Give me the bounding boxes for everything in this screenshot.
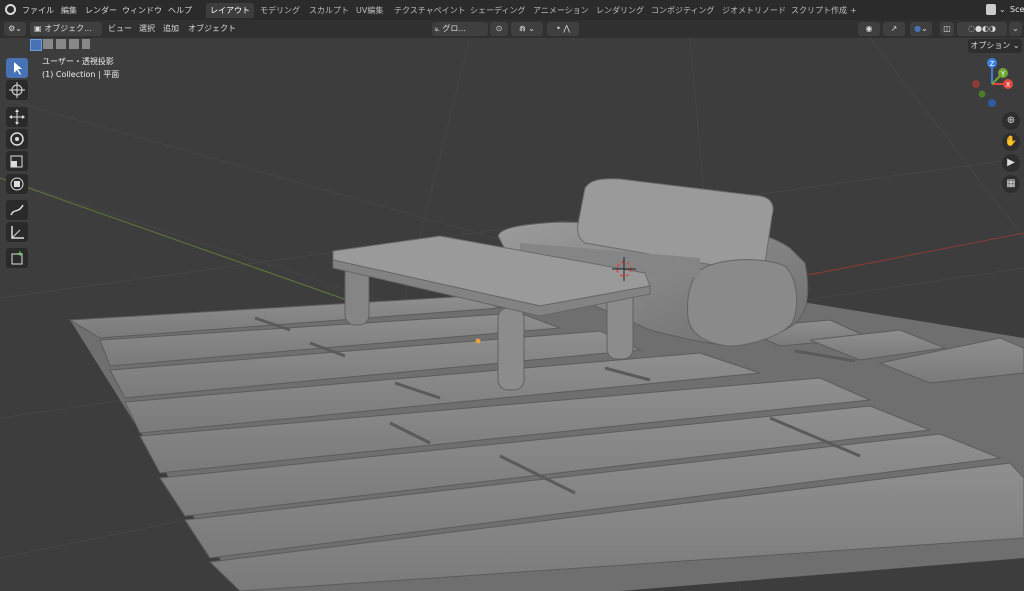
scale-tool[interactable]: [6, 151, 28, 171]
gizmo-y-label: Y: [1000, 70, 1006, 78]
scale-icon: [10, 155, 23, 168]
menu-window[interactable]: ウィンドウ: [122, 5, 162, 16]
visibility-toggle[interactable]: ◉: [858, 22, 880, 36]
cursor-tool[interactable]: [6, 80, 28, 100]
floor-plane: [68, 295, 1024, 591]
ruler-icon: [11, 226, 24, 239]
select-box-tool[interactable]: [6, 58, 28, 78]
select-extend-icon[interactable]: [43, 39, 53, 49]
xray-toggle[interactable]: ◫: [940, 22, 954, 36]
blender-logo-icon[interactable]: [5, 4, 16, 15]
select-invert-icon[interactable]: [69, 39, 79, 49]
tab-geometry-nodes[interactable]: ジオメトリノード: [718, 3, 790, 18]
menu-file[interactable]: ファイル: [22, 5, 54, 16]
chevron-down-icon[interactable]: ⌄: [999, 5, 1006, 14]
3d-viewport[interactable]: ユーザー・透視投影 (1) Collection | 平面 オプション ⌄ Z …: [0, 38, 1024, 591]
menu-object[interactable]: オブジェクト: [188, 23, 236, 34]
tab-sculpt[interactable]: スカルプト: [305, 3, 353, 18]
scene-icon[interactable]: [986, 4, 996, 15]
mode-select[interactable]: ▣ オブジェク...: [30, 22, 102, 36]
view-name: ユーザー・透視投影: [42, 57, 114, 66]
transform-tool[interactable]: [6, 174, 28, 194]
move-arrows-icon: [9, 109, 25, 125]
tab-compositing[interactable]: コンポジティング: [647, 3, 719, 18]
menu-select[interactable]: 選択: [139, 23, 155, 34]
options-button[interactable]: オプション ⌄: [968, 39, 1022, 53]
tab-rendering[interactable]: レンダリング: [592, 3, 648, 18]
cube-add-icon: [11, 251, 23, 265]
add-cube-tool[interactable]: [6, 248, 28, 268]
camera-icon: ▶: [1007, 157, 1015, 168]
shading-options-button[interactable]: ⌄: [1009, 22, 1022, 36]
select-subtract-icon[interactable]: [56, 39, 66, 49]
menu-view[interactable]: ビュー: [108, 23, 132, 34]
object-mode-icon: ▣: [34, 24, 45, 33]
gizmo-neg-x[interactable]: [972, 80, 980, 88]
menu-add[interactable]: 追加: [163, 23, 179, 34]
gizmo-neg-y[interactable]: [978, 90, 986, 98]
proportional-edit-toggle[interactable]: • ⋀: [547, 22, 579, 36]
top-menu-bar: ファイル 編集 レンダー ウィンドウ ヘルプ レイアウト モデリング スカルプト…: [0, 0, 1024, 20]
move-tool[interactable]: [6, 107, 28, 127]
tab-texture-paint[interactable]: テクスチャペイント: [390, 3, 470, 18]
object-origin-icon: [475, 338, 481, 344]
crosshair-icon: [9, 82, 25, 98]
gizmo-z-label: Z: [990, 60, 995, 68]
rotate-icon: [10, 132, 24, 146]
select-mode-buttons: [30, 39, 90, 51]
gizmo-neg-z[interactable]: [988, 99, 996, 107]
tab-scripting[interactable]: スクリプト作成: [787, 3, 851, 18]
measure-tool[interactable]: [6, 222, 28, 242]
magnifier-icon: ⊕: [1006, 115, 1016, 126]
snap-toggle[interactable]: ⋒ ⌄: [511, 22, 543, 36]
transform-icon: [10, 177, 24, 191]
select-new-icon[interactable]: [30, 39, 42, 51]
gizmo-toggle[interactable]: ↗: [883, 22, 905, 36]
menu-render[interactable]: レンダー: [85, 5, 117, 16]
menu-edit[interactable]: 編集: [61, 5, 77, 16]
tab-shading[interactable]: シェーディング: [466, 3, 529, 18]
rotate-tool[interactable]: [6, 129, 28, 149]
camera-view-button[interactable]: ▶: [1002, 154, 1020, 172]
orientation-label: グロ...: [442, 24, 466, 33]
tab-modeling[interactable]: モデリング: [256, 3, 304, 18]
perspective-toggle-button[interactable]: ▦: [1002, 175, 1020, 193]
pan-button[interactable]: ✋: [1002, 133, 1020, 151]
zoom-button[interactable]: ⊕: [1002, 112, 1020, 130]
scene-canvas: [0, 38, 1024, 591]
pivot-point-button[interactable]: ⊙: [490, 22, 508, 36]
pencil-icon: [10, 204, 24, 216]
mode-label: オブジェク...: [44, 24, 92, 33]
shading-modes[interactable]: ◌●◐◑: [957, 22, 1007, 36]
cursor-arrow-icon: [14, 62, 22, 75]
tab-layout[interactable]: レイアウト: [206, 3, 254, 18]
menu-help[interactable]: ヘルプ: [168, 5, 192, 16]
navigation-gizmo[interactable]: Z X Y: [966, 54, 1018, 112]
tab-animation[interactable]: アニメーション: [529, 3, 593, 18]
editor-type-button[interactable]: ⚙⌄: [4, 22, 26, 36]
collection-info: (1) Collection | 平面: [42, 70, 120, 79]
grid-icon: ▦: [1006, 178, 1016, 189]
transform-orientation-select[interactable]: ⟀ グロ...: [432, 22, 488, 36]
viewport-header: ⚙⌄ ▣ オブジェク... ビュー 選択 追加 オブジェクト ⟀ グロ... ⊙…: [0, 20, 1024, 38]
tab-uv-editing[interactable]: UV編集: [352, 3, 387, 18]
gizmo-x-label: X: [1006, 81, 1011, 89]
options-label: オプション: [970, 41, 1011, 50]
scene-name[interactable]: Scer: [1010, 5, 1024, 14]
overlay-toggle[interactable]: ●⌄: [910, 22, 932, 36]
hand-icon: ✋: [1004, 136, 1018, 147]
select-intersect-icon[interactable]: [82, 39, 90, 49]
add-workspace-button[interactable]: +: [846, 3, 861, 18]
annotate-tool[interactable]: [6, 200, 28, 220]
